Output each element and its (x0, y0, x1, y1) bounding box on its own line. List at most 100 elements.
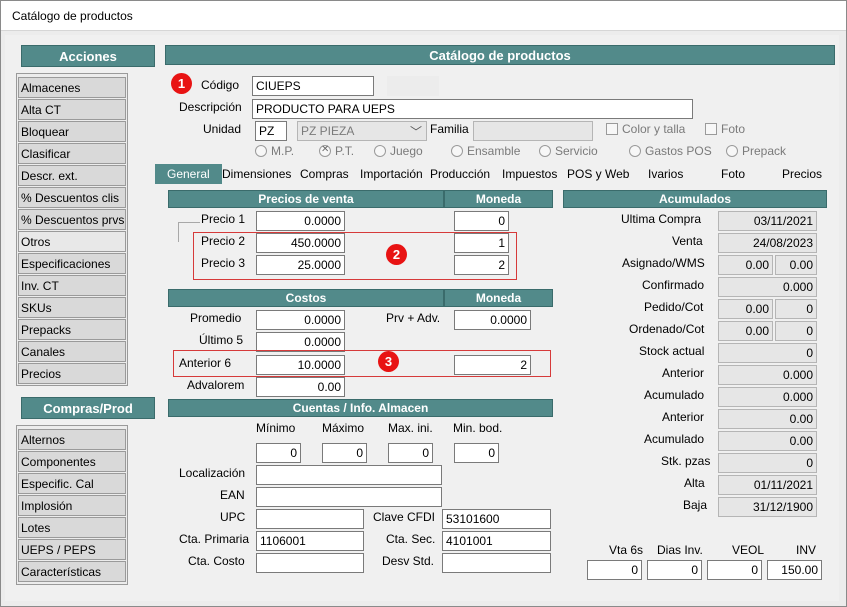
minbod-field[interactable]: 0 (454, 443, 499, 463)
tab-importacion[interactable]: Importación (360, 164, 423, 184)
venta-field: 24/08/2023 (718, 233, 817, 253)
sidebar-item-especificaciones[interactable]: Especificaciones (18, 253, 126, 274)
radio-prepack[interactable]: Prepack (726, 144, 786, 158)
ordenado-field-a: 0.00 (718, 321, 773, 341)
advalorem-field[interactable]: 0.00 (256, 377, 345, 397)
descripcion-field[interactable]: PRODUCTO PARA UEPS (252, 99, 693, 119)
content-area: Acciones Compras/Prod Catálogo de produc… (5, 35, 839, 601)
vta6s-field[interactable]: 0 (587, 560, 642, 580)
tab-precios[interactable]: Precios (782, 164, 822, 184)
radio-pt[interactable]: P.T. (319, 144, 354, 158)
localizacion-field[interactable] (256, 465, 442, 485)
desv-std-field[interactable] (442, 553, 551, 573)
sidebar-item-canales[interactable]: Canales (18, 341, 126, 362)
sidebar-item-descuentos-prvs[interactable]: % Descuentos prvs (18, 209, 126, 230)
ordenado-field-b: 0 (775, 321, 817, 341)
radio-icon (629, 145, 641, 157)
maxini-field[interactable]: 0 (388, 443, 433, 463)
sidebar-item-descuentos-clis[interactable]: % Descuentos clis (18, 187, 126, 208)
radio-ensamble[interactable]: Ensamble (451, 144, 520, 158)
tab-foto[interactable]: Foto (721, 164, 745, 184)
ultima-compra-label: Ultima Compra (621, 212, 702, 226)
minimo-field[interactable]: 0 (256, 443, 301, 463)
color-talla-checkbox[interactable]: Color y talla (606, 122, 685, 136)
sidebar-item-skus[interactable]: SKUs (18, 297, 126, 318)
cta-primaria-field[interactable]: 1106001 (256, 531, 364, 551)
familia-field[interactable] (473, 121, 593, 141)
tab-impuestos[interactable]: Impuestos (502, 164, 557, 184)
unidad-select[interactable]: PZ PIEZA ﹀ (297, 121, 427, 141)
radio-label: Servicio (555, 144, 598, 158)
window-title: Catálogo de productos (12, 9, 133, 23)
radio-selected-icon (319, 144, 331, 157)
radio-servicio[interactable]: Servicio (539, 144, 598, 158)
foto-label: Foto (721, 122, 746, 136)
prv-adv-field[interactable]: 0.0000 (454, 310, 531, 330)
precio1-field[interactable]: 0.0000 (256, 211, 345, 231)
cta-costo-field[interactable] (256, 553, 364, 573)
confirmado-label: Confirmado (642, 278, 705, 292)
anterior6-field[interactable]: 10.0000 (256, 355, 345, 375)
ultimo-field[interactable]: 0.0000 (256, 332, 345, 352)
sidebar-item-alta-ct[interactable]: Alta CT (18, 99, 126, 120)
precio1-moneda[interactable]: 0 (454, 211, 509, 231)
maximo-label: Máximo (322, 421, 365, 435)
precios-header: Precios de venta (168, 190, 444, 208)
sidebar-item-componentes[interactable]: Componentes (18, 451, 126, 472)
sidebar-item-ueps-peps[interactable]: UEPS / PEPS (18, 539, 126, 560)
sidebar-item-otros[interactable]: Otros (18, 231, 126, 252)
sidebar-item-almacenes[interactable]: Almacenes (18, 77, 126, 98)
radio-mp[interactable]: M.P. (255, 144, 294, 158)
veol-label: VEOL (732, 543, 765, 557)
stk-pzas-field: 0 (718, 453, 817, 473)
asignado-field-b: 0.00 (775, 255, 817, 275)
tab-produccion[interactable]: Producción (430, 164, 490, 184)
sidebar-item-descr-ext[interactable]: Descr. ext. (18, 165, 126, 186)
ultima-compra-field: 03/11/2021 (718, 211, 817, 231)
cta-sec-field[interactable]: 4101001 (442, 531, 551, 551)
radio-gastos-pos[interactable]: Gastos POS (629, 144, 712, 158)
sidebar-item-caracter-sticas[interactable]: Características (18, 561, 126, 582)
ean-label: EAN (220, 488, 245, 502)
baja-label: Baja (683, 498, 708, 512)
sidebar-item-alternos[interactable]: Alternos (18, 429, 126, 450)
localizacion-label: Localización (179, 466, 246, 480)
precio1-label: Precio 1 (201, 212, 246, 226)
radio-juego[interactable]: Juego (374, 144, 423, 158)
sidebar-item-clasificar[interactable]: Clasificar (18, 143, 126, 164)
radio-icon (374, 145, 386, 157)
sidebar-item-prepacks[interactable]: Prepacks (18, 319, 126, 340)
tab-compras[interactable]: Compras (300, 164, 349, 184)
sidebar-item-precios[interactable]: Precios (18, 363, 126, 384)
diasinv-label: Dias Inv. (657, 543, 703, 557)
clave-cfdi-field[interactable]: 53101600 (442, 509, 551, 529)
alta-field: 01/11/2021 (718, 475, 817, 495)
stock-field: 0 (718, 343, 817, 363)
acumulados-header: Acumulados (563, 190, 827, 208)
sidebar-item-lotes[interactable]: Lotes (18, 517, 126, 538)
diasinv-field[interactable]: 0 (647, 560, 702, 580)
maximo-field[interactable]: 0 (322, 443, 367, 463)
tab-ivarios[interactable]: Ivarios (648, 164, 683, 184)
veol-field[interactable]: 0 (707, 560, 762, 580)
unidad-field[interactable]: PZ (255, 121, 287, 141)
foto-checkbox[interactable]: Foto (705, 122, 745, 136)
inv-field[interactable]: 150.00 (767, 560, 822, 580)
sidebar-item-implosi-n[interactable]: Implosión (18, 495, 126, 516)
promedio-field[interactable]: 0.0000 (256, 310, 345, 330)
sidebar-item-bloquear[interactable]: Bloquear (18, 121, 126, 142)
upc-field[interactable] (256, 509, 364, 529)
sidebar-item-especific-cal[interactable]: Especific. Cal (18, 473, 126, 494)
baja-field: 31/12/1900 (718, 497, 817, 517)
tab-pos-web[interactable]: POS y Web (567, 164, 629, 184)
tab-dimensiones[interactable]: Dimensiones (222, 164, 291, 184)
confirmado-field: 0.000 (718, 277, 817, 297)
codigo-field[interactable]: CIUEPS (252, 76, 374, 96)
tab-general[interactable]: General (155, 164, 222, 184)
anterior6-moneda[interactable]: 2 (454, 355, 531, 375)
badge-2: 2 (386, 244, 407, 265)
radio-icon (726, 145, 738, 157)
inv-label: INV (796, 543, 817, 557)
ean-field[interactable] (256, 487, 442, 507)
sidebar-item-inv-ct[interactable]: Inv. CT (18, 275, 126, 296)
